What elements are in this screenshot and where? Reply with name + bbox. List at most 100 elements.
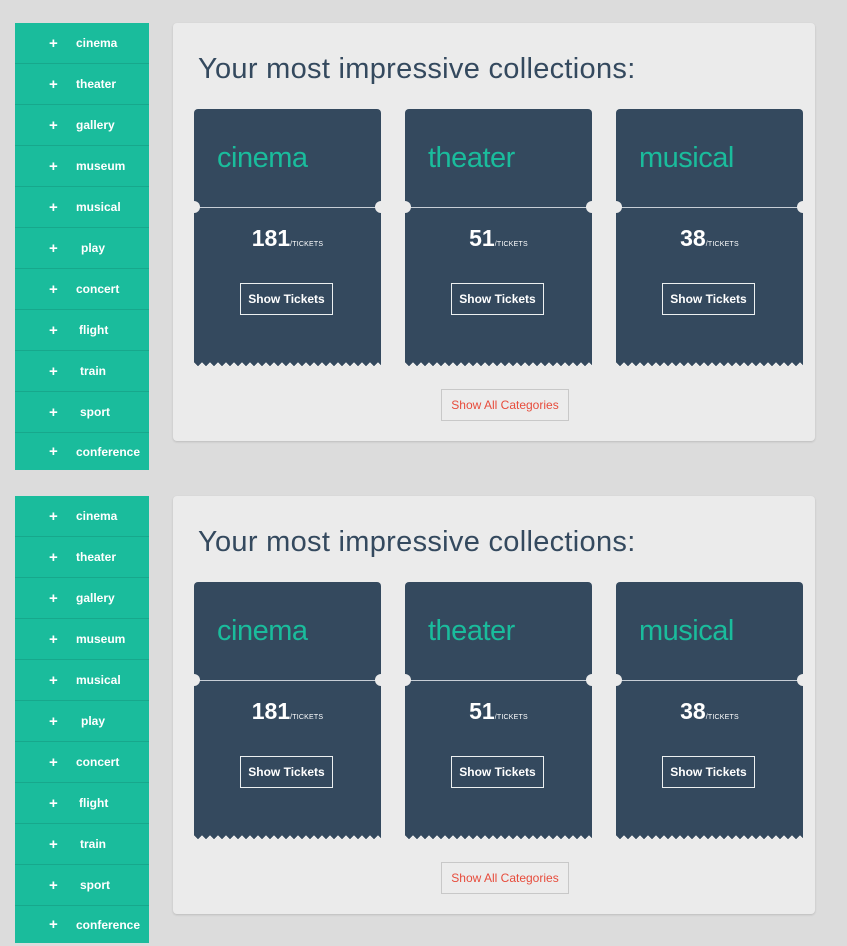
- sidebar-item-play[interactable]: + play: [15, 228, 149, 269]
- ticket-card-cinema: cinema 181/TICKETS Show Tickets: [188, 109, 387, 368]
- ticket-card-musical: musical 38/TICKETS Show Tickets: [610, 109, 809, 368]
- plus-icon: +: [49, 280, 58, 298]
- ticket-count-number: 181: [251, 225, 291, 251]
- sidebar-item-conference[interactable]: + conference: [15, 433, 149, 470]
- ticket-notch: [188, 674, 200, 686]
- ticket-divider: [405, 680, 592, 681]
- sidebar-item-concert[interactable]: + concert: [15, 269, 149, 310]
- ticket-torn-edge: [616, 360, 803, 368]
- ticket-category-name: cinema: [217, 615, 308, 647]
- plus-icon: +: [49, 198, 58, 216]
- sidebar-item-label: gallery: [76, 118, 115, 132]
- plus-icon: +: [49, 321, 58, 339]
- ticket-divider: [194, 680, 381, 681]
- ticket-count-number: 38: [680, 698, 706, 724]
- sidebar-item-musical[interactable]: + musical: [15, 660, 149, 701]
- ticket-divider: [616, 207, 803, 208]
- sidebar-item-gallery[interactable]: + gallery: [15, 578, 149, 619]
- ticket-notch: [375, 201, 387, 213]
- plus-icon: +: [49, 671, 58, 689]
- sidebar-item-flight[interactable]: + flight: [15, 783, 149, 824]
- ticket-notch: [586, 674, 598, 686]
- plus-icon: +: [49, 443, 58, 460]
- sidebar-item-play[interactable]: + play: [15, 701, 149, 742]
- plus-icon: +: [49, 753, 58, 771]
- sidebar-item-conference[interactable]: + conference: [15, 906, 149, 943]
- ticket-count: 181/TICKETS: [194, 225, 381, 252]
- ticket-count-number: 38: [680, 225, 706, 251]
- ticket-notch: [399, 674, 411, 686]
- plus-icon: +: [49, 239, 58, 257]
- sidebar-item-concert[interactable]: + concert: [15, 742, 149, 783]
- ticket-category-name: musical: [639, 615, 734, 647]
- plus-icon: +: [49, 589, 58, 607]
- show-tickets-button[interactable]: Show Tickets: [451, 283, 544, 315]
- category-sidebar: + cinema + theater + gallery + museum + music…: [15, 23, 149, 470]
- plus-icon: +: [49, 34, 58, 52]
- plus-icon: +: [49, 548, 58, 566]
- sidebar-item-flight[interactable]: + flight: [15, 310, 149, 351]
- ticket-divider: [616, 680, 803, 681]
- sidebar-item-label: play: [81, 714, 106, 728]
- ticket-count-unit: /TICKETS: [494, 241, 528, 248]
- collections-section-1: + cinema + theater + gallery + museum + music…: [0, 0, 847, 473]
- ticket-count: 38/TICKETS: [616, 225, 803, 252]
- show-all-categories-button[interactable]: Show All Categories: [441, 862, 569, 894]
- sidebar-item-gallery[interactable]: + gallery: [15, 105, 149, 146]
- sidebar-item-label: sport: [80, 878, 110, 892]
- sidebar-item-label: conference: [76, 917, 141, 932]
- sidebar-item-label: flight: [79, 796, 109, 810]
- ticket-notch: [610, 674, 622, 686]
- ticket-torn-edge: [194, 360, 381, 368]
- ticket-card-musical: musical 38/TICKETS Show Tickets: [610, 582, 809, 841]
- ticket-count: 51/TICKETS: [405, 225, 592, 252]
- plus-icon: +: [49, 630, 58, 648]
- sidebar-item-label: musical: [76, 200, 121, 214]
- show-all-categories-button[interactable]: Show All Categories: [441, 389, 569, 421]
- sidebar-item-museum[interactable]: + museum: [15, 146, 149, 187]
- ticket-count-unit: /TICKETS: [494, 714, 528, 721]
- collections-panel: Your most impressive collections: cinema…: [173, 496, 815, 914]
- sidebar-item-label: sport: [80, 405, 110, 419]
- sidebar-item-train[interactable]: + train: [15, 351, 149, 392]
- plus-icon: +: [49, 75, 58, 93]
- plus-icon: +: [49, 876, 58, 894]
- sidebar-item-label: museum: [76, 159, 126, 173]
- sidebar-item-label: concert: [76, 755, 120, 769]
- sidebar-item-cinema[interactable]: + cinema: [15, 496, 149, 537]
- ticket-count-unit: /TICKETS: [705, 241, 739, 248]
- sidebar-item-train[interactable]: + train: [15, 824, 149, 865]
- show-tickets-button[interactable]: Show Tickets: [240, 756, 333, 788]
- ticket-card-theater: theater 51/TICKETS Show Tickets: [399, 109, 598, 368]
- plus-icon: +: [49, 157, 58, 175]
- ticket-notch: [399, 201, 411, 213]
- sidebar-item-theater[interactable]: + theater: [15, 537, 149, 578]
- sidebar-item-label: gallery: [76, 591, 115, 605]
- panel-title: Your most impressive collections:: [198, 526, 636, 558]
- plus-icon: +: [49, 116, 58, 134]
- panel-title: Your most impressive collections:: [198, 53, 636, 85]
- ticket-card-cinema: cinema 181/TICKETS Show Tickets: [188, 582, 387, 841]
- show-tickets-button[interactable]: Show Tickets: [662, 756, 755, 788]
- ticket-divider: [194, 207, 381, 208]
- sidebar-item-label: cinema: [76, 509, 118, 523]
- ticket-count-number: 181: [251, 698, 291, 724]
- sidebar-item-label: musical: [76, 673, 121, 687]
- ticket-count-unit: /TICKETS: [705, 714, 739, 721]
- sidebar-item-label: theater: [76, 550, 117, 564]
- show-tickets-button[interactable]: Show Tickets: [451, 756, 544, 788]
- plus-icon: +: [49, 403, 58, 421]
- ticket-card-theater: theater 51/TICKETS Show Tickets: [399, 582, 598, 841]
- plus-icon: +: [49, 507, 58, 525]
- ticket-count: 181/TICKETS: [194, 698, 381, 725]
- sidebar-item-theater[interactable]: + theater: [15, 64, 149, 105]
- sidebar-item-cinema[interactable]: + cinema: [15, 23, 149, 64]
- ticket-torn-edge: [405, 833, 592, 841]
- sidebar-item-museum[interactable]: + museum: [15, 619, 149, 660]
- sidebar-item-sport[interactable]: + sport: [15, 865, 149, 906]
- show-tickets-button[interactable]: Show Tickets: [662, 283, 755, 315]
- ticket-category-name: musical: [639, 142, 734, 174]
- show-tickets-button[interactable]: Show Tickets: [240, 283, 333, 315]
- sidebar-item-sport[interactable]: + sport: [15, 392, 149, 433]
- sidebar-item-musical[interactable]: + musical: [15, 187, 149, 228]
